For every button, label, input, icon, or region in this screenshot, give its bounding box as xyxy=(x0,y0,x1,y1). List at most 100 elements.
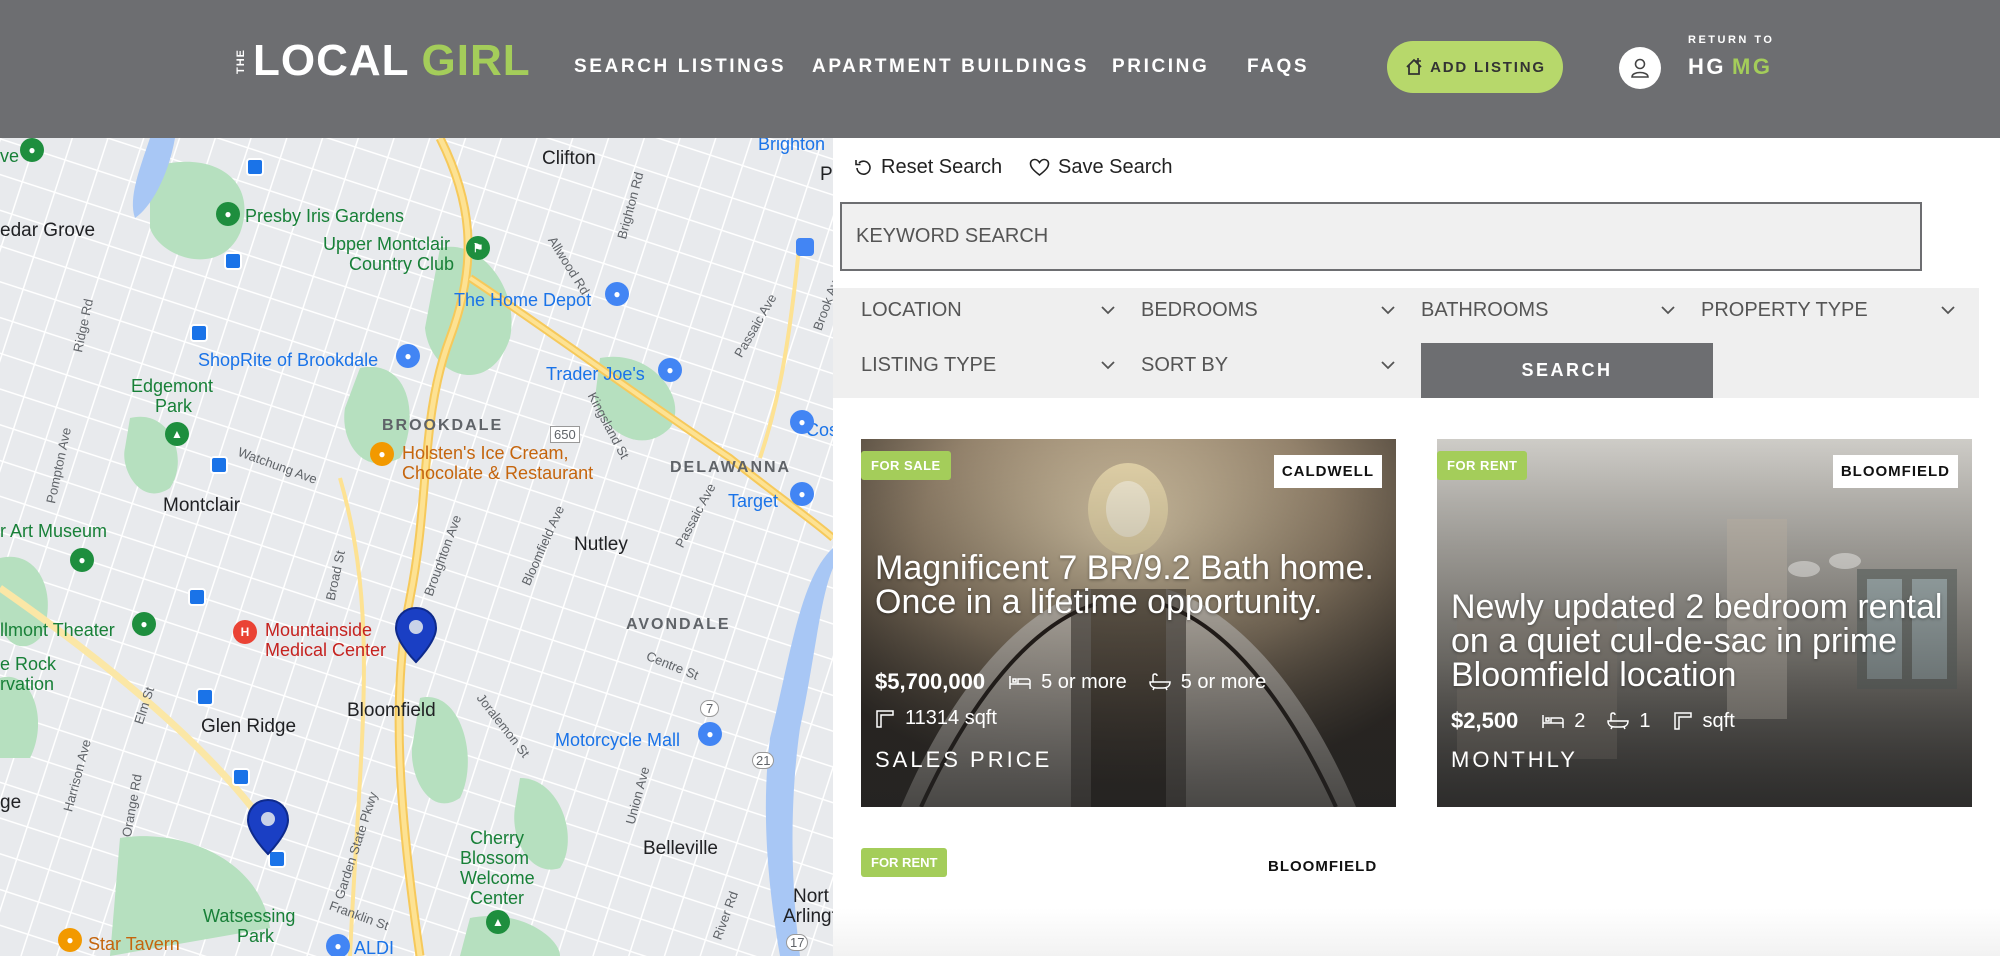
map-place: Chocolate & Restaurant xyxy=(402,463,594,483)
bathrooms-select[interactable]: BATHROOMS xyxy=(1421,288,1675,332)
transit-icon[interactable] xyxy=(796,238,814,256)
listing-title: Magnificent 7 BR/9.2 Bath home. Once in … xyxy=(875,549,1374,621)
map-place: Montclair xyxy=(163,495,241,516)
account-button[interactable] xyxy=(1619,47,1661,89)
location-select-label: LOCATION xyxy=(861,298,962,321)
baths-value: 5 or more xyxy=(1180,670,1267,693)
map-place: Glen Ridge xyxy=(201,716,297,737)
logo-local: LOCAL xyxy=(253,36,410,85)
status-badge: FOR RENT xyxy=(861,848,948,877)
location-select[interactable]: LOCATION xyxy=(861,288,1115,332)
add-listing-button[interactable]: ADD LISTING xyxy=(1387,41,1563,93)
save-search-button[interactable]: Save Search xyxy=(1029,156,1173,179)
site-logo[interactable]: THE LOCAL GIRL xyxy=(235,36,531,86)
shopping-bag-icon[interactable]: ● xyxy=(605,282,629,306)
golf-icon[interactable]: ⚑ xyxy=(466,236,490,260)
transit-icon[interactable] xyxy=(188,588,206,606)
park-icon[interactable]: ▲ xyxy=(486,910,510,934)
transit-icon[interactable] xyxy=(210,456,228,474)
map-place: Nort xyxy=(793,886,829,907)
shopping-cart-icon[interactable]: ● xyxy=(658,358,682,382)
nav-search-listings[interactable]: SEARCH LISTINGS xyxy=(574,56,786,78)
transit-icon[interactable] xyxy=(246,158,264,176)
museum-icon[interactable]: ● xyxy=(70,548,94,572)
listing-card[interactable]: FOR RENT BLOOMFIELD Newly updated 2 bedr… xyxy=(1437,439,1972,807)
transit-icon[interactable] xyxy=(196,688,214,706)
home-plus-icon xyxy=(1406,58,1422,75)
listing-card-partial[interactable] xyxy=(833,908,2000,956)
listing-price: $5,700,000 xyxy=(875,669,986,694)
transit-icon[interactable] xyxy=(224,252,242,270)
map-route: 21 xyxy=(752,752,775,769)
restaurant-icon[interactable]: ● xyxy=(370,442,394,466)
restaurant-icon[interactable]: ● xyxy=(58,928,82,952)
listing-card[interactable]: FOR SALE CALDWELL Magnificent 7 BR/9.2 B… xyxy=(861,439,1396,807)
map-place: Center xyxy=(470,888,525,908)
map-place: Upper Montclair xyxy=(323,234,451,254)
shopping-bag-icon[interactable]: ● xyxy=(790,482,814,506)
museum-icon[interactable]: ● xyxy=(20,138,44,162)
map-route: 7 xyxy=(700,700,720,717)
listing-marker[interactable] xyxy=(246,798,290,856)
map-place: Welcome xyxy=(460,868,535,888)
logo-girl: GIRL xyxy=(421,36,531,85)
site-header: THE LOCAL GIRL SEARCH LISTINGS APARTMENT… xyxy=(0,0,2000,138)
listing-title: Newly updated 2 bedroom rental on a quie… xyxy=(1451,588,1943,694)
price-label: SALES PRICE xyxy=(875,747,1053,772)
map-place: Country Club xyxy=(349,254,455,274)
listing-type-select-label: LISTING TYPE xyxy=(861,353,997,376)
save-search-label: Save Search xyxy=(1058,156,1173,178)
map-place: llmont Theater xyxy=(0,620,115,640)
hospital-icon[interactable]: H xyxy=(233,620,257,644)
shopping-cart-icon[interactable]: ● xyxy=(396,344,420,368)
map-place: r Art Museum xyxy=(0,521,108,541)
sqft-spec: 11314 sqft xyxy=(875,707,997,730)
map-place: Holsten's Ice Cream, xyxy=(402,443,569,463)
shopping-cart-icon[interactable]: ● xyxy=(326,934,350,956)
park-icon[interactable]: ▲ xyxy=(165,422,189,446)
price-label: MONTHLY xyxy=(1451,747,1578,772)
map-place: e Rock xyxy=(0,654,57,674)
search-button[interactable]: SEARCH xyxy=(1421,343,1713,398)
museum-icon[interactable]: ● xyxy=(216,202,240,226)
map-place: Presby Iris Gardens xyxy=(245,206,405,226)
transit-icon[interactable] xyxy=(190,324,208,342)
map-place: Arlingt xyxy=(783,906,833,927)
town-badge: BLOOMFIELD xyxy=(1268,858,1378,875)
map-place: Nutley xyxy=(574,534,628,555)
listing-specs: $5,700,000 5 or more 5 or more xyxy=(875,669,1288,695)
chevron-down-icon xyxy=(1101,360,1115,369)
reset-search-label: Reset Search xyxy=(881,156,1003,178)
user-icon xyxy=(1631,58,1649,78)
bathrooms-select-label: BATHROOMS xyxy=(1421,298,1549,321)
map-route: 17 xyxy=(786,934,809,951)
nav-pricing[interactable]: PRICING xyxy=(1112,56,1209,78)
map-view[interactable]: Clifton edar Grove Presby Iris Gardens U… xyxy=(0,138,833,956)
map-place: Watsessing xyxy=(203,906,296,926)
map-place: ve xyxy=(0,146,20,166)
return-hg: HG xyxy=(1688,54,1726,79)
reset-search-button[interactable]: Reset Search xyxy=(853,156,1002,179)
shopping-bag-icon[interactable]: ● xyxy=(698,722,722,746)
map-place: Target xyxy=(728,491,779,511)
area-icon xyxy=(1673,712,1692,730)
status-badge: FOR RENT xyxy=(1437,451,1528,480)
theater-icon[interactable]: ● xyxy=(132,612,156,636)
listing-marker[interactable] xyxy=(394,606,438,664)
sort-by-select[interactable]: SORT BY xyxy=(1141,343,1395,387)
logo-the: THE xyxy=(235,48,247,74)
keyword-search-input[interactable] xyxy=(840,202,1922,271)
map-place: edar Grove xyxy=(0,220,96,241)
bedrooms-select[interactable]: BEDROOMS xyxy=(1141,288,1395,332)
shopping-bag-icon[interactable]: ● xyxy=(790,410,814,434)
transit-icon[interactable] xyxy=(232,768,250,786)
sqft-spec: sqft xyxy=(1673,710,1735,733)
baths-spec: 5 or more xyxy=(1148,670,1267,694)
return-site-link[interactable]: HG MG xyxy=(1688,54,1772,80)
map-place: P xyxy=(820,164,833,185)
nav-apartment-buildings[interactable]: APARTMENT BUILDINGS xyxy=(812,56,1089,78)
map-place: Park xyxy=(155,396,193,416)
listing-type-select[interactable]: LISTING TYPE xyxy=(861,343,1115,387)
property-type-select[interactable]: PROPERTY TYPE xyxy=(1701,288,1955,332)
nav-faqs[interactable]: FAQS xyxy=(1247,56,1309,78)
